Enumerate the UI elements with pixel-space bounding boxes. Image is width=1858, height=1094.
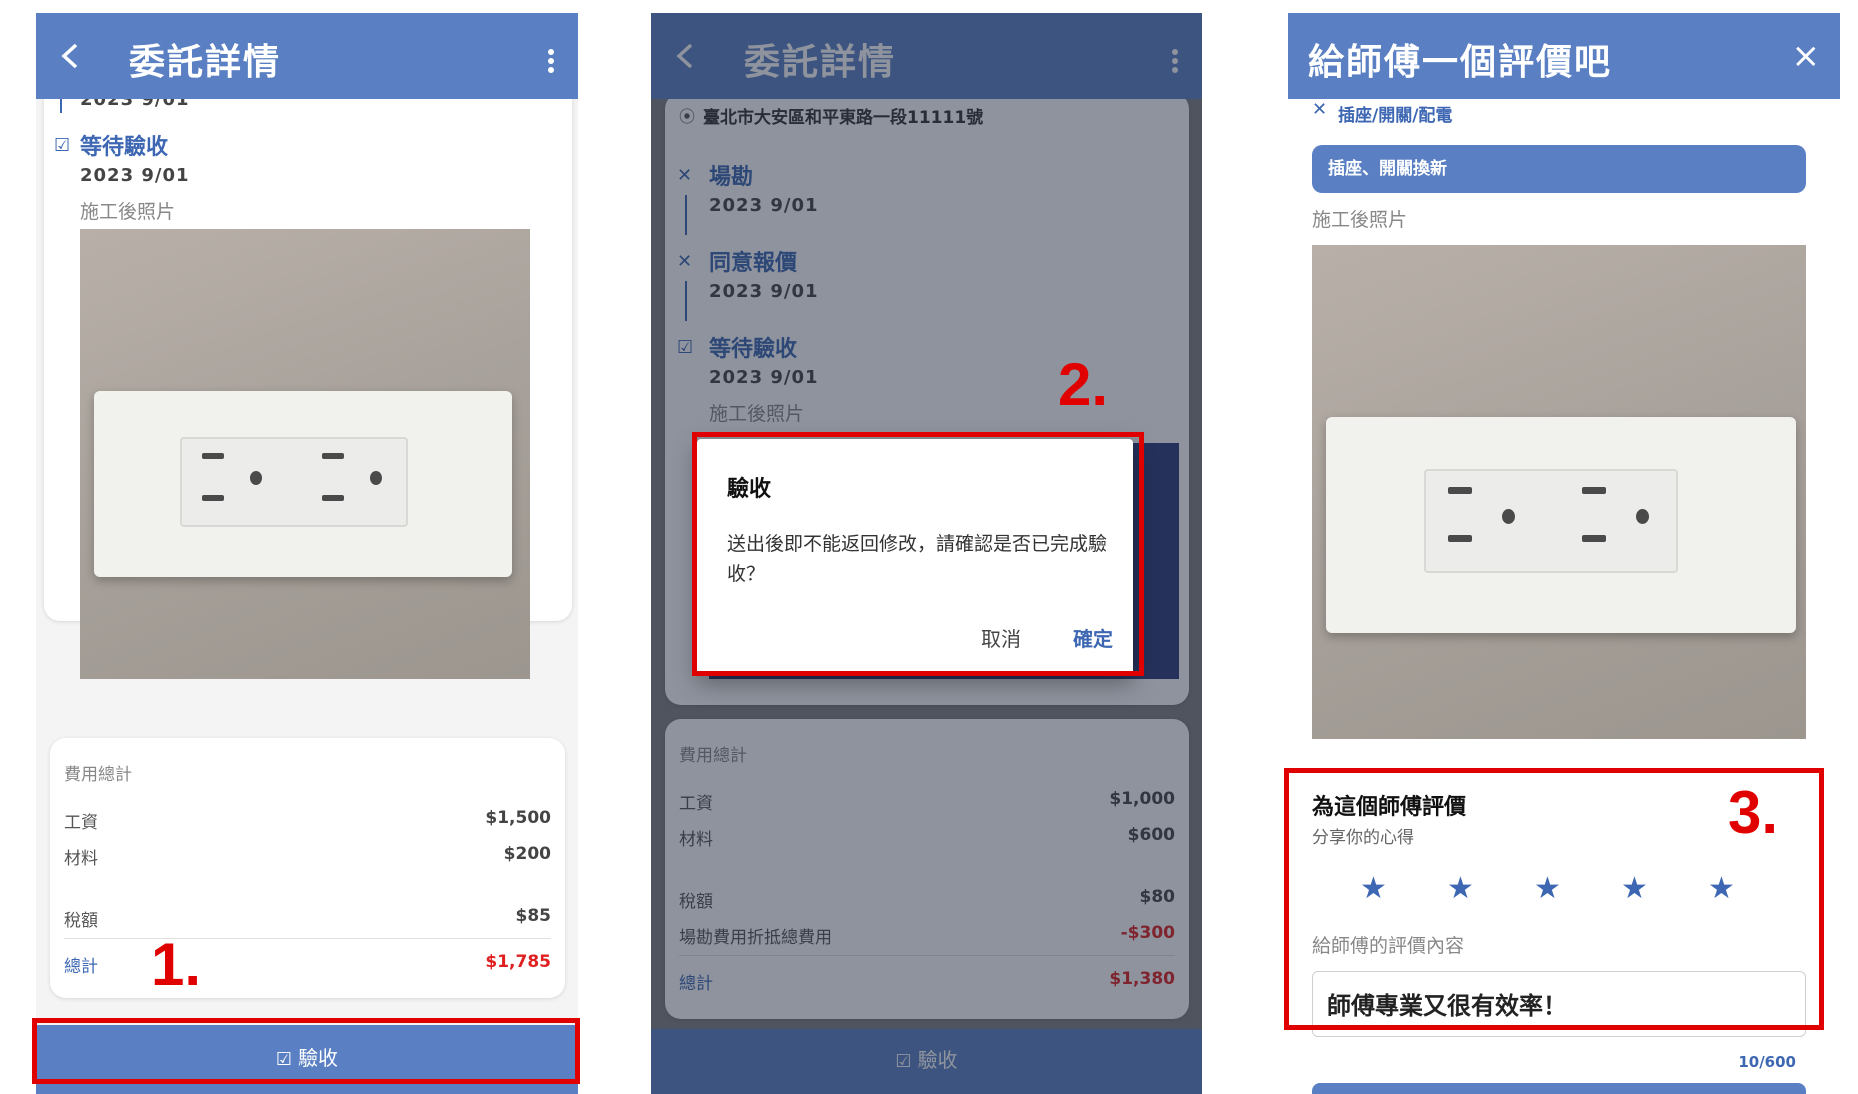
submit-button[interactable] [1312, 1083, 1806, 1094]
fee-divider [64, 938, 551, 939]
back-arrow-icon[interactable] [56, 39, 86, 73]
fee-label-labor: 工資 [64, 813, 98, 833]
fee-value-tax: $85 [515, 906, 552, 926]
app-bar: 給師傅一個評價吧 × [1288, 13, 1840, 99]
outlet-insert [180, 437, 408, 527]
fee-total-label: 總計 [64, 957, 98, 977]
step-number-3: 3. [1728, 779, 1779, 846]
app-bar: 委託詳情 [36, 13, 578, 99]
highlight-box-2 [692, 432, 1144, 676]
timeline-step-label: 等待驗收 [80, 135, 169, 160]
after-construction-photo[interactable] [80, 229, 530, 679]
photo-label: 施工後照片 [80, 201, 176, 223]
page-title: 委託詳情 [129, 42, 282, 83]
fee-value-material: $200 [503, 844, 551, 864]
char-counter: 10/600 [1738, 1053, 1796, 1071]
fee-summary-card: 費用總計 工資 $1,500 材料 $200 稅額 $85 總計 $1,785 [50, 738, 565, 998]
after-construction-photo[interactable] [1312, 245, 1806, 739]
tools-icon: ✕ [1312, 99, 1328, 120]
timeline-card: 2023 9/01 ☑ 等待驗收 2023 9/01 施工後照片 [44, 73, 572, 679]
service-chip: 插座、開關換新 [1312, 145, 1806, 193]
step-number-2: 2. [1058, 351, 1109, 418]
fee-value-labor: $1,500 [485, 808, 551, 828]
more-vertical-icon[interactable] [548, 49, 554, 73]
category-label: 插座/開關/配電 [1338, 106, 1453, 126]
photo-label: 施工後照片 [1312, 209, 1408, 231]
outlet-wall-plate [1326, 417, 1796, 633]
fee-summary-title: 費用總計 [64, 765, 132, 785]
step-number-1: 1. [151, 931, 202, 998]
fee-total-value: $1,785 [485, 952, 551, 972]
highlight-box-1 [32, 1018, 580, 1084]
outlet-wall-plate [94, 391, 512, 577]
page-title: 給師傅一個評價吧 [1308, 42, 1613, 83]
outlet-insert [1424, 469, 1678, 573]
close-icon[interactable]: × [1792, 39, 1821, 73]
timeline-step-date: 2023 9/01 [80, 165, 190, 186]
screen-commission-detail: 2023 9/01 ☑ 等待驗收 2023 9/01 施工後照片 費用總計 工資… [36, 13, 578, 1094]
checklist-icon: ☑ [54, 135, 71, 156]
fee-label-tax: 稅額 [64, 911, 98, 931]
fee-label-material: 材料 [64, 849, 98, 869]
